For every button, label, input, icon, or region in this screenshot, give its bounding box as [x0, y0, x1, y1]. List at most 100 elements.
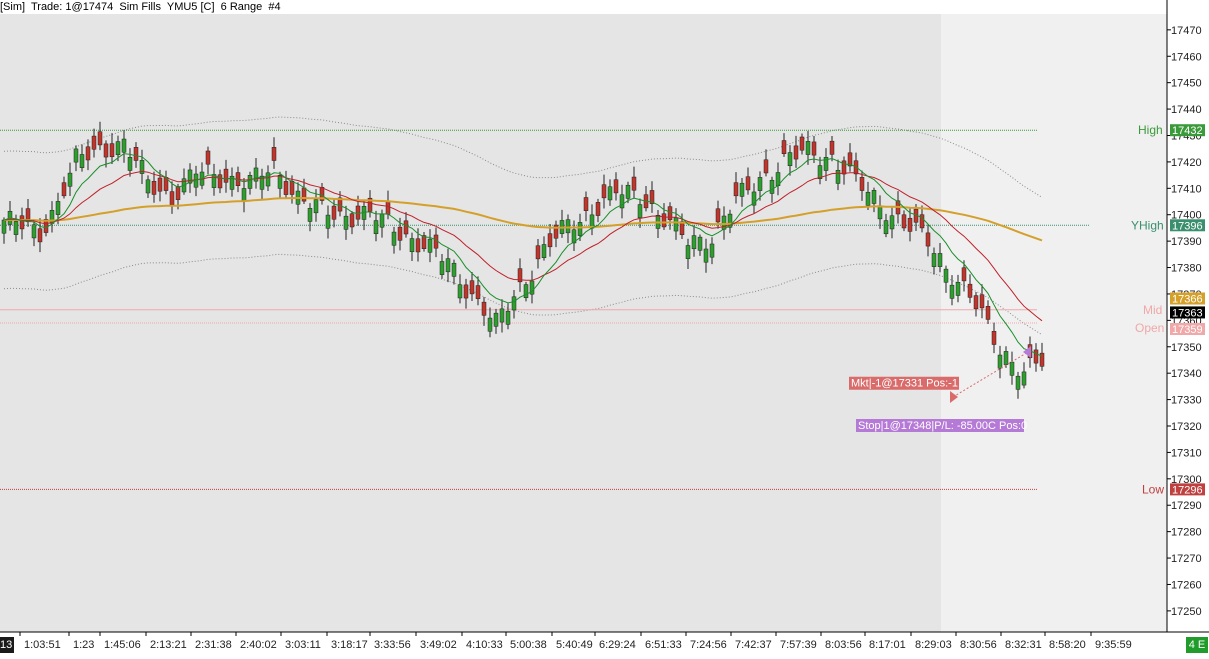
candle-body	[781, 140, 787, 154]
y-tick-label: 17410	[1171, 183, 1202, 195]
candle-body	[697, 236, 703, 251]
candle-body	[523, 284, 529, 299]
price-tag-ma_long: 17366	[1170, 292, 1205, 306]
candle-body	[103, 143, 109, 158]
candle-body	[637, 204, 643, 219]
level-label-mid: Mid	[1143, 303, 1162, 317]
candle-body	[985, 305, 991, 320]
candle-body	[151, 180, 157, 195]
x-tick-label: 3:49:02	[420, 639, 457, 651]
candle-body	[1033, 349, 1039, 364]
y-tick-label: 17350	[1171, 342, 1202, 354]
y-tick-label: 17270	[1171, 553, 1202, 565]
y-tick-label: 17420	[1171, 157, 1202, 169]
y-tick-label: 17450	[1171, 78, 1202, 90]
x-tick-label: 6:29:24	[599, 639, 636, 651]
candle-body	[205, 150, 211, 165]
candle-body	[937, 253, 943, 267]
candle-body	[583, 197, 589, 211]
candle-body	[175, 186, 181, 200]
candle-body	[481, 301, 487, 316]
candle-body	[121, 138, 127, 153]
candle-body	[733, 182, 739, 197]
candle-body	[487, 317, 493, 332]
y-tick-label: 17310	[1171, 447, 1202, 459]
candle-body	[547, 233, 553, 248]
candle-body	[307, 207, 313, 222]
x-tick-label: 2:13:21	[150, 639, 187, 651]
level-tag-value: 17432	[1172, 125, 1203, 137]
candle-body	[157, 177, 163, 192]
candle-body	[379, 213, 385, 228]
x-tick-label: 3:18:17	[331, 639, 368, 651]
x-tick-label: 3:33:56	[374, 639, 411, 651]
price-tag-value: 17363	[1172, 307, 1203, 319]
candle-body	[949, 284, 955, 299]
candle-body	[1009, 361, 1015, 376]
candle-body	[931, 253, 937, 267]
candle-body	[787, 152, 793, 167]
x-tick-label: 1:45:06	[104, 639, 141, 651]
x-tick-label: 3:03:11	[285, 639, 321, 651]
chart-title: [Sim] Trade: 1@17474 Sim Fills YMU5 [C] …	[0, 0, 281, 14]
x-tick-label: 8:29:03	[915, 639, 952, 651]
connection-status-badge[interactable]: 4 E	[1186, 637, 1208, 653]
candle-body	[703, 248, 709, 263]
candle-body	[493, 312, 499, 327]
candle-body	[907, 217, 913, 232]
price-tag-value: 17359	[1172, 324, 1203, 336]
candle-body	[373, 220, 379, 235]
candle-body	[97, 131, 103, 146]
candle-body	[673, 217, 679, 232]
candle-body	[973, 295, 979, 310]
candle-body	[859, 177, 865, 191]
candle-body	[685, 245, 691, 259]
candle-body	[301, 187, 307, 202]
candle-body	[967, 283, 973, 298]
candle-body	[127, 157, 133, 171]
candle-body	[331, 205, 337, 220]
x-tick-label: 4:10:33	[466, 639, 503, 651]
candle-body	[241, 188, 247, 202]
candle-body	[247, 175, 253, 189]
x-tick-label: 8:17:01	[869, 639, 906, 651]
candle-body	[595, 202, 601, 216]
candle-body	[811, 141, 817, 156]
candle-body	[211, 174, 217, 188]
candle-body	[613, 179, 619, 194]
level-tag-value: 17296	[1172, 484, 1203, 496]
candle-body	[739, 182, 745, 197]
candle-body	[283, 181, 289, 195]
candle-body	[565, 219, 571, 234]
level-tag-value: 17396	[1172, 220, 1203, 232]
x-tick-label: 5:00:38	[510, 639, 547, 651]
candle-body	[439, 261, 445, 275]
candle-body	[709, 243, 715, 258]
candle-body	[391, 231, 397, 246]
candle-body	[19, 215, 25, 230]
candle-body	[385, 200, 391, 215]
candle-body	[433, 234, 439, 249]
candle-body	[607, 186, 613, 201]
price-chart[interactable]: High YHigh Mid Open Low Mkt|-1@17331 Pos:-1 St…	[0, 0, 1209, 654]
order-stop: Stop|1@17348|P/L: -85.00C Pos:0	[856, 419, 1027, 432]
candle-body	[55, 201, 61, 215]
order-stop-label: Stop|1@17348|P/L: -85.00C Pos:0	[858, 420, 1027, 432]
candle-body	[109, 143, 115, 158]
candle-body	[769, 179, 775, 194]
y-tick-label: 17320	[1171, 421, 1202, 433]
candle-body	[469, 280, 475, 295]
y-tick-label: 17330	[1171, 395, 1202, 407]
candle-body	[577, 222, 583, 236]
chart-root[interactable]: High YHigh Mid Open Low Mkt|-1@17331 Pos:-1 St…	[0, 0, 1209, 654]
candle-body	[277, 174, 283, 189]
candle-body	[403, 220, 409, 235]
x-tick-label: 7:57:39	[780, 639, 817, 651]
candle-body	[133, 147, 139, 161]
left-status-badge: 13	[0, 637, 14, 653]
candle-body	[169, 191, 175, 206]
candle-body	[511, 296, 517, 311]
candle-body	[85, 146, 91, 161]
price-tag-last: 17363	[1170, 306, 1205, 319]
level-tag-high: 17432	[1170, 124, 1205, 137]
